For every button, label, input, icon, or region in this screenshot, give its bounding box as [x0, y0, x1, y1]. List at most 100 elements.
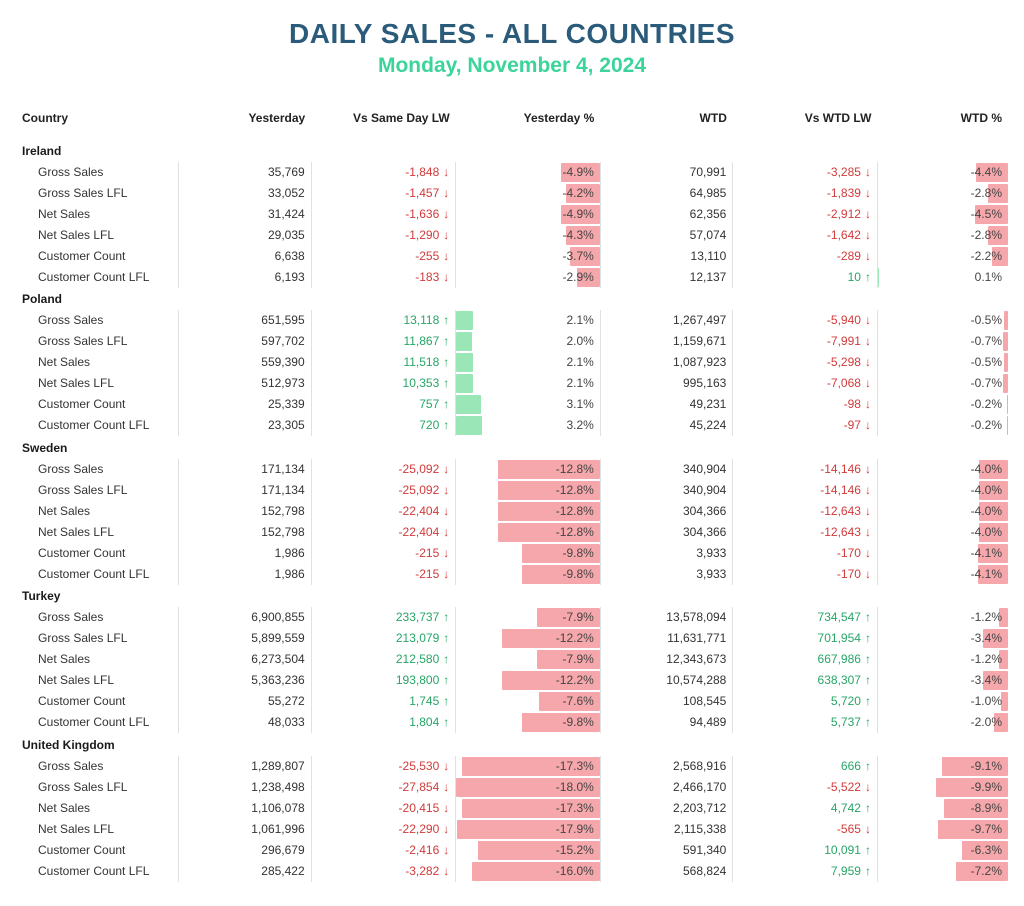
delta-cell: -22,404↓ — [311, 522, 456, 543]
metric-name: Net Sales — [16, 204, 179, 225]
arrow-up-icon: ↑ — [443, 376, 449, 390]
pct-value: -0.7% — [971, 376, 1002, 390]
arrow-down-icon: ↓ — [443, 207, 449, 221]
table-row: Customer Count296,679-2,416↓-15.2%591,34… — [16, 840, 1008, 861]
col-y-pct: Yesterday % — [456, 106, 601, 139]
pct-cell: 2.0% — [456, 331, 601, 352]
pct-value: -2.8% — [971, 228, 1002, 242]
pct-cell: -1.2% — [877, 607, 1008, 628]
wtd-value: 57,074 — [600, 225, 733, 246]
arrow-down-icon: ↓ — [865, 207, 871, 221]
delta-cell: -1,642↓ — [733, 225, 878, 246]
delta-cell: -14,146↓ — [733, 459, 878, 480]
yesterday-value: 512,973 — [179, 373, 312, 394]
delta-cell: 667,986↑ — [733, 649, 878, 670]
yesterday-value: 285,422 — [179, 861, 312, 882]
pct-cell: -0.5% — [877, 352, 1008, 373]
delta-cell: -22,404↓ — [311, 501, 456, 522]
pct-value: -9.8% — [562, 567, 593, 581]
delta-cell: 7,959↑ — [733, 861, 878, 882]
table-row: Gross Sales LFL171,134-25,092↓-12.8%340,… — [16, 480, 1008, 501]
metric-name: Gross Sales — [16, 310, 179, 331]
pct-cell: 3.1% — [456, 394, 601, 415]
delta-cell: -97↓ — [733, 415, 878, 436]
pct-cell: -4.0% — [877, 522, 1008, 543]
pct-value: 0.1% — [975, 270, 1002, 284]
arrow-down-icon: ↓ — [443, 780, 449, 794]
arrow-down-icon: ↓ — [865, 525, 871, 539]
arrow-down-icon: ↓ — [865, 249, 871, 263]
delta-cell: -565↓ — [733, 819, 878, 840]
arrow-down-icon: ↓ — [865, 165, 871, 179]
wtd-value: 12,343,673 — [600, 649, 733, 670]
delta-cell: 10,091↑ — [733, 840, 878, 861]
metric-name: Customer Count LFL — [16, 415, 179, 436]
pct-bar — [456, 395, 481, 414]
delta-cell: 638,307↑ — [733, 670, 878, 691]
delta-cell: 11,518↑ — [311, 352, 456, 373]
arrow-down-icon: ↓ — [443, 165, 449, 179]
delta-cell: -215↓ — [311, 543, 456, 564]
delta-cell: -170↓ — [733, 543, 878, 564]
table-row: Net Sales LFL512,97310,353↑2.1%995,163-7… — [16, 373, 1008, 394]
pct-value: 3.1% — [566, 397, 593, 411]
pct-bar — [456, 332, 472, 351]
table-row: Net Sales LFL152,798-22,404↓-12.8%304,36… — [16, 522, 1008, 543]
pct-value: -12.2% — [556, 631, 594, 645]
pct-cell: -9.8% — [456, 712, 601, 733]
delta-cell: -1,457↓ — [311, 183, 456, 204]
delta-cell: -5,522↓ — [733, 777, 878, 798]
pct-cell: -4.2% — [456, 183, 601, 204]
metric-name: Net Sales LFL — [16, 819, 179, 840]
metric-name: Customer Count LFL — [16, 564, 179, 585]
pct-cell: -7.6% — [456, 691, 601, 712]
pct-cell: -0.2% — [877, 415, 1008, 436]
table-row: Net Sales559,39011,518↑2.1%1,087,923-5,2… — [16, 352, 1008, 373]
pct-cell: -1.0% — [877, 691, 1008, 712]
delta-cell: -25,530↓ — [311, 756, 456, 777]
arrow-down-icon: ↓ — [865, 376, 871, 390]
metric-name: Net Sales LFL — [16, 522, 179, 543]
pct-cell: 2.1% — [456, 310, 601, 331]
pct-cell: -0.5% — [877, 310, 1008, 331]
wtd-value: 62,356 — [600, 204, 733, 225]
pct-value: 2.1% — [566, 376, 593, 390]
pct-value: -0.5% — [971, 355, 1002, 369]
pct-cell: -9.9% — [877, 777, 1008, 798]
delta-cell: -25,092↓ — [311, 459, 456, 480]
pct-cell: -15.2% — [456, 840, 601, 861]
pct-cell: 2.1% — [456, 352, 601, 373]
pct-value: -9.8% — [562, 546, 593, 560]
arrow-up-icon: ↑ — [443, 694, 449, 708]
pct-cell: -4.0% — [877, 459, 1008, 480]
arrow-up-icon: ↑ — [443, 355, 449, 369]
pct-cell: -4.4% — [877, 162, 1008, 183]
arrow-down-icon: ↓ — [443, 546, 449, 560]
delta-cell: 1,804↑ — [311, 712, 456, 733]
metric-name: Gross Sales — [16, 162, 179, 183]
pct-cell: -2.8% — [877, 225, 1008, 246]
delta-cell: -215↓ — [311, 564, 456, 585]
pct-cell: -9.8% — [456, 564, 601, 585]
country-name: Turkey — [16, 585, 1008, 608]
yesterday-value: 1,289,807 — [179, 756, 312, 777]
pct-value: -12.8% — [556, 504, 594, 518]
arrow-down-icon: ↓ — [443, 759, 449, 773]
pct-cell: -9.8% — [456, 543, 601, 564]
arrow-down-icon: ↓ — [865, 822, 871, 836]
pct-value: -0.2% — [971, 397, 1002, 411]
col-wtd-pct: WTD % — [877, 106, 1008, 139]
arrow-down-icon: ↓ — [865, 546, 871, 560]
arrow-down-icon: ↓ — [443, 567, 449, 581]
yesterday-value: 597,702 — [179, 331, 312, 352]
arrow-down-icon: ↓ — [865, 397, 871, 411]
table-row: Gross Sales651,59513,118↑2.1%1,267,497-5… — [16, 310, 1008, 331]
pct-cell: -7.9% — [456, 649, 601, 670]
metric-name: Gross Sales LFL — [16, 183, 179, 204]
pct-value: -8.9% — [971, 801, 1002, 815]
arrow-up-icon: ↑ — [443, 673, 449, 687]
yesterday-value: 171,134 — [179, 459, 312, 480]
arrow-down-icon: ↓ — [443, 864, 449, 878]
pct-cell: -2.0% — [877, 712, 1008, 733]
pct-value: -3.4% — [971, 631, 1002, 645]
